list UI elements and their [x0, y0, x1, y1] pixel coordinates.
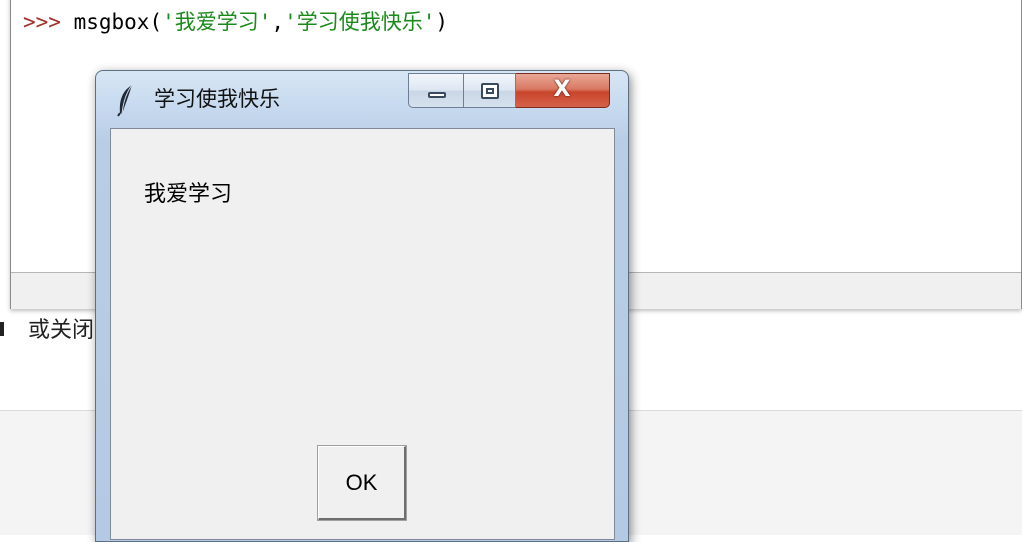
feather-icon — [117, 84, 133, 117]
dialog-title: 学习使我快乐 — [154, 87, 280, 111]
dialog-client-area: 我爱学习 OK — [110, 128, 615, 540]
dialog-titlebar[interactable]: 学习使我快乐 X — [96, 71, 628, 127]
code-line: >>> msgbox('我爱学习','学习使我快乐') — [23, 8, 448, 36]
ok-button[interactable]: OK — [317, 445, 407, 521]
minimize-icon — [428, 92, 446, 98]
comma: , — [271, 10, 285, 34]
string-arg-message: '我爱学习' — [162, 10, 272, 34]
partial-background-text: 或关闭 — [28, 318, 95, 343]
shell-prompt: >>> — [23, 10, 61, 34]
close-icon: X — [553, 77, 571, 102]
open-paren: ( — [149, 10, 163, 34]
close-button[interactable]: X — [516, 73, 610, 108]
minimize-button[interactable] — [408, 73, 464, 108]
close-paren: ) — [435, 10, 449, 34]
dialog-message: 我爱学习 — [144, 182, 233, 207]
maximize-icon — [481, 83, 499, 99]
msgbox-dialog: 学习使我快乐 X 我爱学习 OK — [95, 70, 629, 542]
function-name: msgbox — [73, 10, 150, 34]
string-arg-title: '学习使我快乐' — [284, 10, 436, 34]
caption-buttons: X — [408, 73, 614, 109]
maximize-button[interactable] — [464, 73, 516, 108]
text-cursor-mark — [0, 322, 4, 336]
